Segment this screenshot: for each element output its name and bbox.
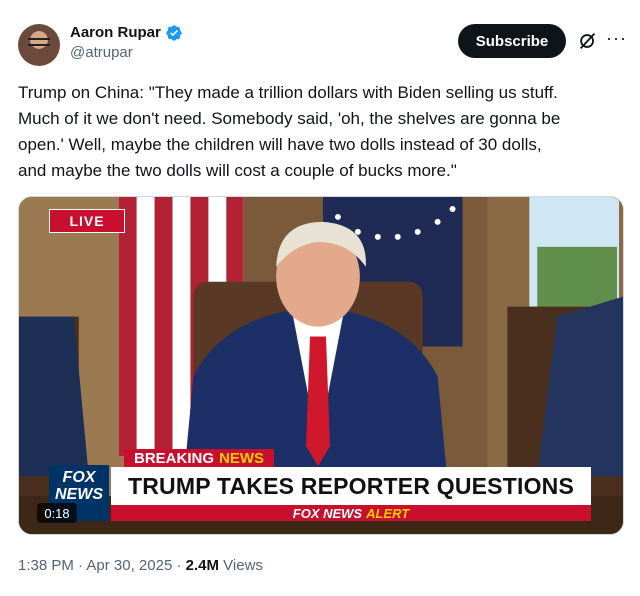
- news-word: NEWS: [219, 449, 264, 467]
- author-name-row[interactable]: Aaron Rupar: [70, 23, 183, 43]
- subscribe-button[interactable]: Subscribe: [458, 24, 566, 58]
- alert-prefix: FOX NEWS: [292, 505, 363, 521]
- views-label: Views: [219, 557, 263, 574]
- meta-separator: ·: [73, 557, 87, 574]
- author-handle[interactable]: @atrupar: [70, 43, 183, 63]
- author-block: Aaron Rupar @atrupar: [70, 23, 183, 63]
- post-time[interactable]: 1:38 PM: [18, 557, 74, 574]
- avatar-glasses: [28, 38, 50, 46]
- more-options-icon[interactable]: ···: [606, 28, 627, 49]
- alert-word: ALERT: [366, 505, 410, 521]
- fox-news-alert-bar: FOX NEWS ALERT: [111, 505, 591, 521]
- breaking-news-label: BREAKING NEWS: [124, 449, 274, 467]
- tweet-meta: 1:38 PM · Apr 30, 2025 · 2.4M Views: [18, 556, 263, 576]
- grok-icon[interactable]: [577, 30, 599, 52]
- video-player[interactable]: LIVE FOX NEWS BREAKING NEWS TRUMP TAKES …: [18, 196, 624, 535]
- chyron-headline: TRUMP TAKES REPORTER QUESTIONS: [111, 467, 591, 505]
- fox-logo-line1: FOX: [62, 469, 96, 486]
- meta-separator: ·: [172, 557, 186, 574]
- verified-badge-icon: [166, 25, 182, 41]
- tweet-header: Aaron Rupar @atrupar Subscribe ···: [18, 20, 627, 68]
- views-count: 2.4M: [185, 557, 219, 574]
- author-display-name[interactable]: Aaron Rupar: [70, 23, 161, 43]
- tweet-text: Trump on China: "They made a trillion do…: [18, 83, 561, 180]
- video-elapsed-time: 0:18: [37, 503, 77, 523]
- live-badge: LIVE: [49, 209, 125, 233]
- breaking-word: BREAKING: [133, 449, 214, 467]
- user-avatar[interactable]: [18, 24, 60, 66]
- fox-logo-line2: NEWS: [55, 486, 103, 503]
- post-date[interactable]: Apr 30, 2025: [86, 557, 172, 574]
